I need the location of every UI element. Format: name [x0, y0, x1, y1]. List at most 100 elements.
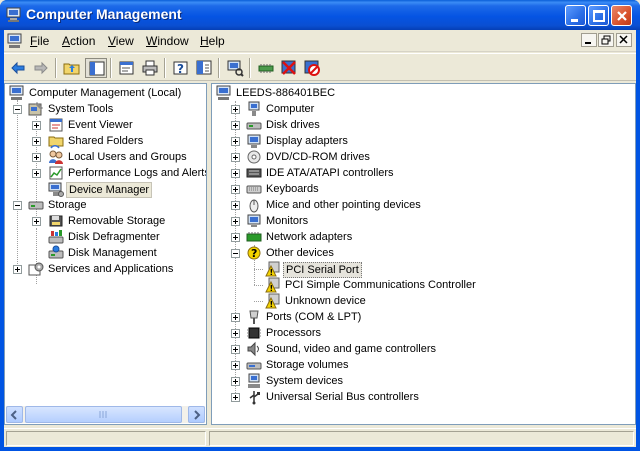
- menu-action[interactable]: Action: [62, 34, 95, 48]
- collapse-toggle[interactable]: [13, 105, 22, 114]
- expand-toggle[interactable]: [231, 329, 240, 338]
- mdi-restore-button[interactable]: [598, 33, 614, 47]
- device-label: Other devices: [266, 247, 334, 259]
- expand-toggle[interactable]: [13, 265, 22, 274]
- mmc-console-icon[interactable]: [7, 33, 23, 49]
- forward-button[interactable]: [30, 58, 52, 78]
- mouse-icon: [249, 199, 259, 213]
- expand-toggle[interactable]: [231, 105, 240, 114]
- expand-toggle[interactable]: [231, 361, 240, 370]
- processor-icon: [247, 327, 261, 339]
- menu-file[interactable]: File: [30, 34, 49, 48]
- device-category-pci-serial-port[interactable]: ! PCI Serial Port: [216, 261, 635, 278]
- device-category-monitors[interactable]: Monitors: [216, 213, 635, 229]
- expand-toggle[interactable]: [231, 185, 240, 194]
- horizontal-scrollbar[interactable]: [6, 406, 205, 423]
- expand-toggle[interactable]: [32, 137, 41, 146]
- expand-toggle[interactable]: [231, 393, 240, 402]
- update-driver-button[interactable]: [255, 58, 277, 78]
- device-category-dvd-cd-rom-drives[interactable]: DVD/CD-ROM drives: [216, 149, 635, 165]
- device-category-mice-and-other-pointing-devices[interactable]: Mice and other pointing devices: [216, 197, 635, 213]
- print-button[interactable]: [139, 58, 161, 78]
- scroll-left-button[interactable]: [6, 406, 23, 423]
- tree-item-services-applications[interactable]: Services and Applications: [9, 261, 206, 277]
- expand-toggle[interactable]: [32, 121, 41, 130]
- device-category-universal-serial-bus-controllers[interactable]: Universal Serial Bus controllers: [216, 389, 635, 405]
- scroll-right-button[interactable]: [188, 406, 205, 423]
- device-label: Disk drives: [266, 119, 320, 131]
- device-category-system-devices[interactable]: System devices: [216, 373, 635, 389]
- mdi-close-button[interactable]: [616, 33, 632, 47]
- scan-hardware-changes-button[interactable]: [224, 58, 246, 78]
- expand-toggle[interactable]: [32, 153, 41, 162]
- tree-item-disk-management[interactable]: Disk Management: [9, 245, 206, 261]
- expand-toggle[interactable]: [32, 169, 41, 178]
- device-category-display-adapters[interactable]: Display adapters: [216, 133, 635, 149]
- device-category-ide-ata-atapi-controllers[interactable]: IDE ATA/ATAPI controllers: [216, 165, 635, 181]
- device-category-ports-com-lpt[interactable]: Ports (COM & LPT): [216, 309, 635, 325]
- device-label: System devices: [266, 375, 344, 387]
- show-hide-console-tree-button[interactable]: [85, 58, 107, 78]
- tree-item-disk-defragmenter[interactable]: Disk Defragmenter: [9, 229, 206, 245]
- system-devices-icon: [248, 373, 260, 388]
- export-list-button[interactable]: [193, 58, 215, 78]
- scroll-thumb[interactable]: [25, 406, 182, 423]
- device-category-computer[interactable]: Computer: [216, 101, 635, 117]
- tree-item-performance-logs[interactable]: Performance Logs and Alerts: [9, 165, 206, 181]
- tree-item-device-manager[interactable]: Device Manager: [9, 181, 206, 198]
- device-tree-pane[interactable]: LEEDS-886401BEC Computer Disk drives Displ…: [211, 83, 636, 425]
- device-manager-icon: [48, 182, 64, 197]
- menu-help[interactable]: Help: [200, 34, 225, 48]
- device-category-storage-volumes[interactable]: Storage volumes: [216, 357, 635, 373]
- device-category-disk-drives[interactable]: Disk drives: [216, 117, 635, 133]
- minimize-icon: [571, 19, 578, 22]
- tree-item-system-tools[interactable]: System Tools: [9, 101, 206, 117]
- up-folder-icon: [63, 63, 80, 75]
- properties-button[interactable]: [116, 58, 138, 78]
- title-bar[interactable]: Computer Management: [0, 0, 640, 30]
- mdi-minimize-button[interactable]: [581, 33, 597, 47]
- device-category-other-devices[interactable]: ? Other devices: [216, 245, 635, 261]
- expand-toggle[interactable]: [231, 169, 240, 178]
- tree-item-shared-folders[interactable]: Shared Folders: [9, 133, 206, 149]
- expand-toggle[interactable]: [231, 233, 240, 242]
- back-button[interactable]: [7, 58, 29, 78]
- expand-toggle[interactable]: [231, 201, 240, 210]
- device-category-pci-simple-communications-controller[interactable]: ! PCI Simple Communications Controller: [216, 277, 635, 293]
- console-tree-pane[interactable]: Computer Management (Local) System Tools…: [4, 83, 207, 425]
- close-button[interactable]: [611, 5, 632, 26]
- tree-item-local-users-groups[interactable]: Local Users and Groups: [9, 149, 206, 165]
- maximize-button[interactable]: [588, 5, 609, 26]
- collapse-toggle[interactable]: [13, 201, 22, 210]
- device-root[interactable]: LEEDS-886401BEC: [216, 85, 635, 101]
- device-category-network-adapters[interactable]: Network adapters: [216, 229, 635, 245]
- usb-icon: [249, 391, 260, 405]
- expand-toggle[interactable]: [231, 377, 240, 386]
- collapse-toggle[interactable]: [231, 249, 240, 258]
- expand-toggle[interactable]: [32, 217, 41, 226]
- expand-toggle[interactable]: [231, 345, 240, 354]
- expand-toggle[interactable]: [231, 313, 240, 322]
- device-category-keyboards[interactable]: Keyboards: [216, 181, 635, 197]
- tree-item-event-viewer[interactable]: Event Viewer: [9, 117, 206, 133]
- help-button[interactable]: ?: [170, 58, 192, 78]
- expand-toggle[interactable]: [231, 217, 240, 226]
- up-one-level-button[interactable]: [61, 58, 83, 78]
- expand-toggle[interactable]: [231, 153, 240, 162]
- computer-icon: [248, 101, 260, 116]
- disable-button[interactable]: [301, 58, 323, 78]
- help-icon: ?: [173, 61, 188, 76]
- network-adapter-icon: [246, 232, 262, 242]
- tree-item-computer-management[interactable]: Computer Management (Local): [9, 85, 206, 101]
- device-category-sound-video-and-game-controllers[interactable]: Sound, video and game controllers: [216, 341, 635, 357]
- menu-window[interactable]: Window: [146, 34, 189, 48]
- minimize-button[interactable]: [565, 5, 586, 26]
- device-category-unknown-device[interactable]: ! Unknown device: [216, 293, 635, 309]
- device-category-processors[interactable]: Processors: [216, 325, 635, 341]
- expand-toggle[interactable]: [231, 121, 240, 130]
- menu-view[interactable]: View: [108, 34, 134, 48]
- tree-item-storage[interactable]: Storage: [9, 197, 206, 213]
- tree-item-removable-storage[interactable]: Removable Storage: [9, 213, 206, 229]
- expand-toggle[interactable]: [231, 137, 240, 146]
- uninstall-button[interactable]: [278, 58, 300, 78]
